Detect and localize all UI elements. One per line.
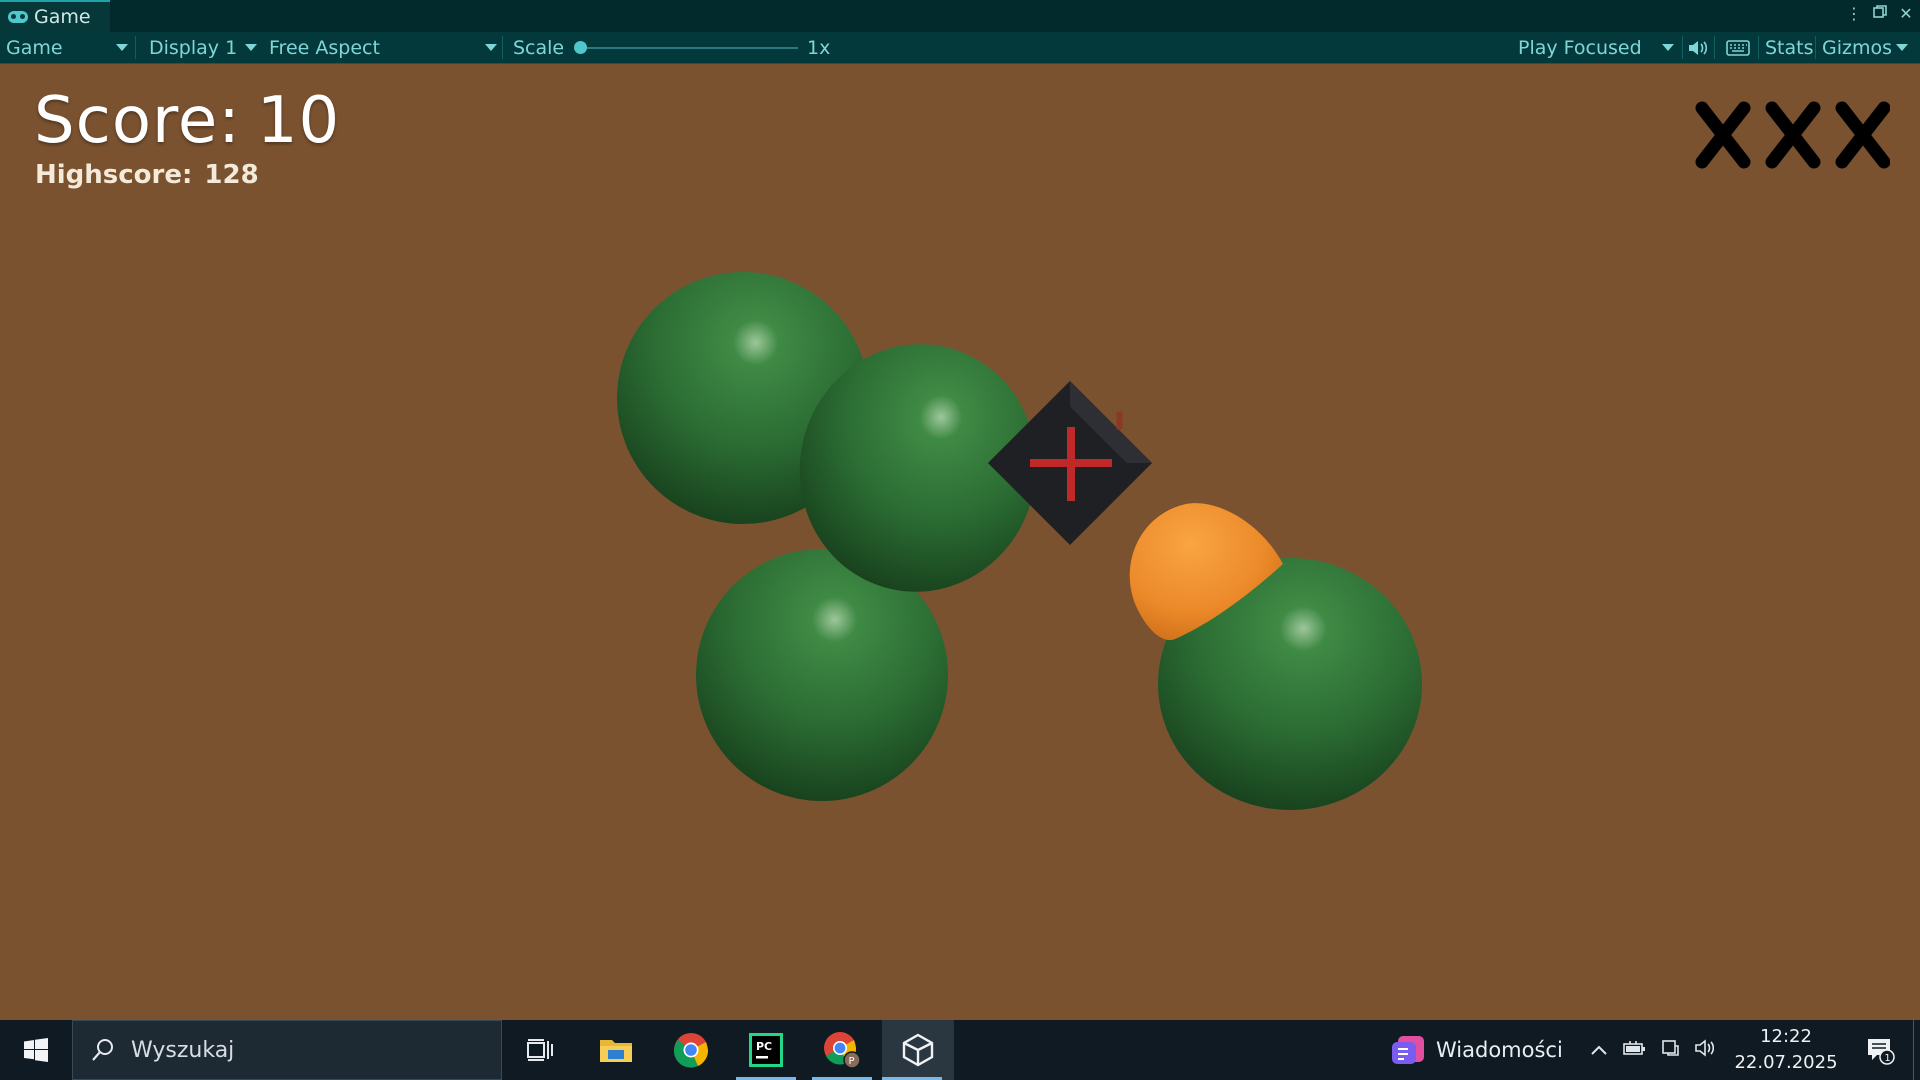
tab-game-label: Game <box>34 6 91 28</box>
game-view-toolbar: Game Display 1 Free Aspect Scale 1x Play… <box>0 32 1920 64</box>
window-controls: ⋮ ✕ <box>1846 4 1914 23</box>
pycharm-icon[interactable]: PC <box>736 1020 796 1080</box>
unity-icon[interactable] <box>882 1020 954 1080</box>
chevron-down-icon <box>116 44 128 51</box>
score-label: Score: <box>34 84 241 158</box>
game-scene <box>617 272 1422 810</box>
task-view-icon[interactable] <box>510 1020 570 1080</box>
tab-game[interactable]: Game <box>0 0 110 32</box>
gizmos-dropdown[interactable] <box>1896 32 1912 63</box>
chevron-down-icon <box>1662 44 1674 51</box>
scale-value: 1x <box>807 36 831 59</box>
taskbar-clock[interactable]: 12:22 22.07.2025 <box>1730 1020 1842 1080</box>
display-label: Display 1 <box>149 36 238 59</box>
search-icon <box>92 1039 113 1061</box>
show-desktop-button[interactable] <box>1913 1020 1920 1080</box>
windows-start-button[interactable] <box>0 1020 72 1080</box>
view-mode-dropdown[interactable]: Game <box>6 32 130 63</box>
scale-slider-track[interactable] <box>580 47 798 49</box>
view-mode-label: Game <box>6 36 63 59</box>
toolbar-divider <box>1682 36 1683 59</box>
clock-time: 12:22 <box>1760 1026 1812 1047</box>
close-icon[interactable]: ✕ <box>1898 4 1914 23</box>
news-icon <box>1392 1036 1424 1064</box>
kebab-menu-icon[interactable]: ⋮ <box>1846 4 1862 23</box>
toolbar-divider <box>1815 36 1816 59</box>
chevron-down-icon <box>245 44 257 51</box>
lives-indicator <box>1692 100 1890 170</box>
news-widget[interactable]: Wiadomości <box>1390 1020 1563 1080</box>
gizmos-button[interactable]: Gizmos <box>1822 32 1892 63</box>
windows-taskbar: Wyszukaj PC P Wiadomości 12:22 22.07.202… <box>0 1020 1920 1080</box>
svg-text:PC: PC <box>756 1040 772 1053</box>
svg-text:P: P <box>849 1056 855 1067</box>
chrome-icon[interactable] <box>661 1020 721 1080</box>
toolbar-divider <box>1758 36 1759 59</box>
windows-logo-icon <box>24 1038 48 1062</box>
gamepad-icon <box>8 11 28 23</box>
keyboard-shortcuts-icon[interactable] <box>1726 38 1750 58</box>
game-viewport[interactable]: Score: 10 Highscore: 128 <box>0 64 1920 1020</box>
notification-count: 1 <box>1884 1053 1890 1064</box>
lives-x-marks-icon <box>1695 101 1890 169</box>
notification-icon: 1 <box>1868 1039 1895 1065</box>
clock-date: 22.07.2025 <box>1734 1052 1838 1073</box>
news-label: Wiadomości <box>1436 1038 1563 1062</box>
score-value: 10 <box>256 84 341 158</box>
scale-slider-handle[interactable] <box>574 41 587 54</box>
aspect-label: Free Aspect <box>269 36 380 59</box>
battery-icon[interactable] <box>1622 1040 1646 1061</box>
highscore-label: Highscore: <box>35 160 193 190</box>
chrome-profile-icon[interactable]: P <box>812 1020 872 1080</box>
score-display: Score: 10 <box>34 84 340 158</box>
file-explorer-icon[interactable] <box>586 1020 646 1080</box>
chevron-down-icon <box>1896 44 1908 51</box>
editor-tab-bar: Game ⋮ ✕ <box>0 0 1920 32</box>
maximize-icon[interactable] <box>1872 4 1888 23</box>
toolbar-divider <box>135 36 136 59</box>
highscore-display: Highscore: 128 <box>35 160 259 190</box>
chevron-up-icon[interactable] <box>1590 1040 1608 1061</box>
notification-center-button[interactable]: 1 <box>1855 1020 1905 1080</box>
toolbar-divider <box>1714 36 1715 59</box>
toolbar-divider <box>502 36 503 59</box>
play-mode-dropdown[interactable]: Play Focused <box>1518 32 1674 63</box>
chevron-down-icon <box>485 44 497 51</box>
play-mode-label: Play Focused <box>1518 36 1642 59</box>
display-dropdown[interactable]: Display 1 <box>149 32 257 63</box>
system-tray <box>1590 1020 1716 1080</box>
aspect-dropdown[interactable]: Free Aspect <box>269 32 497 63</box>
stats-button[interactable]: Stats <box>1765 32 1814 63</box>
taskbar-search-box[interactable]: Wyszukaj <box>72 1020 502 1080</box>
mute-audio-icon[interactable] <box>1686 38 1708 58</box>
highscore-value: 128 <box>204 160 259 190</box>
network-icon[interactable] <box>1660 1038 1680 1063</box>
volume-icon[interactable] <box>1694 1038 1716 1063</box>
search-placeholder: Wyszukaj <box>131 1037 235 1063</box>
scale-label: Scale <box>513 36 565 59</box>
